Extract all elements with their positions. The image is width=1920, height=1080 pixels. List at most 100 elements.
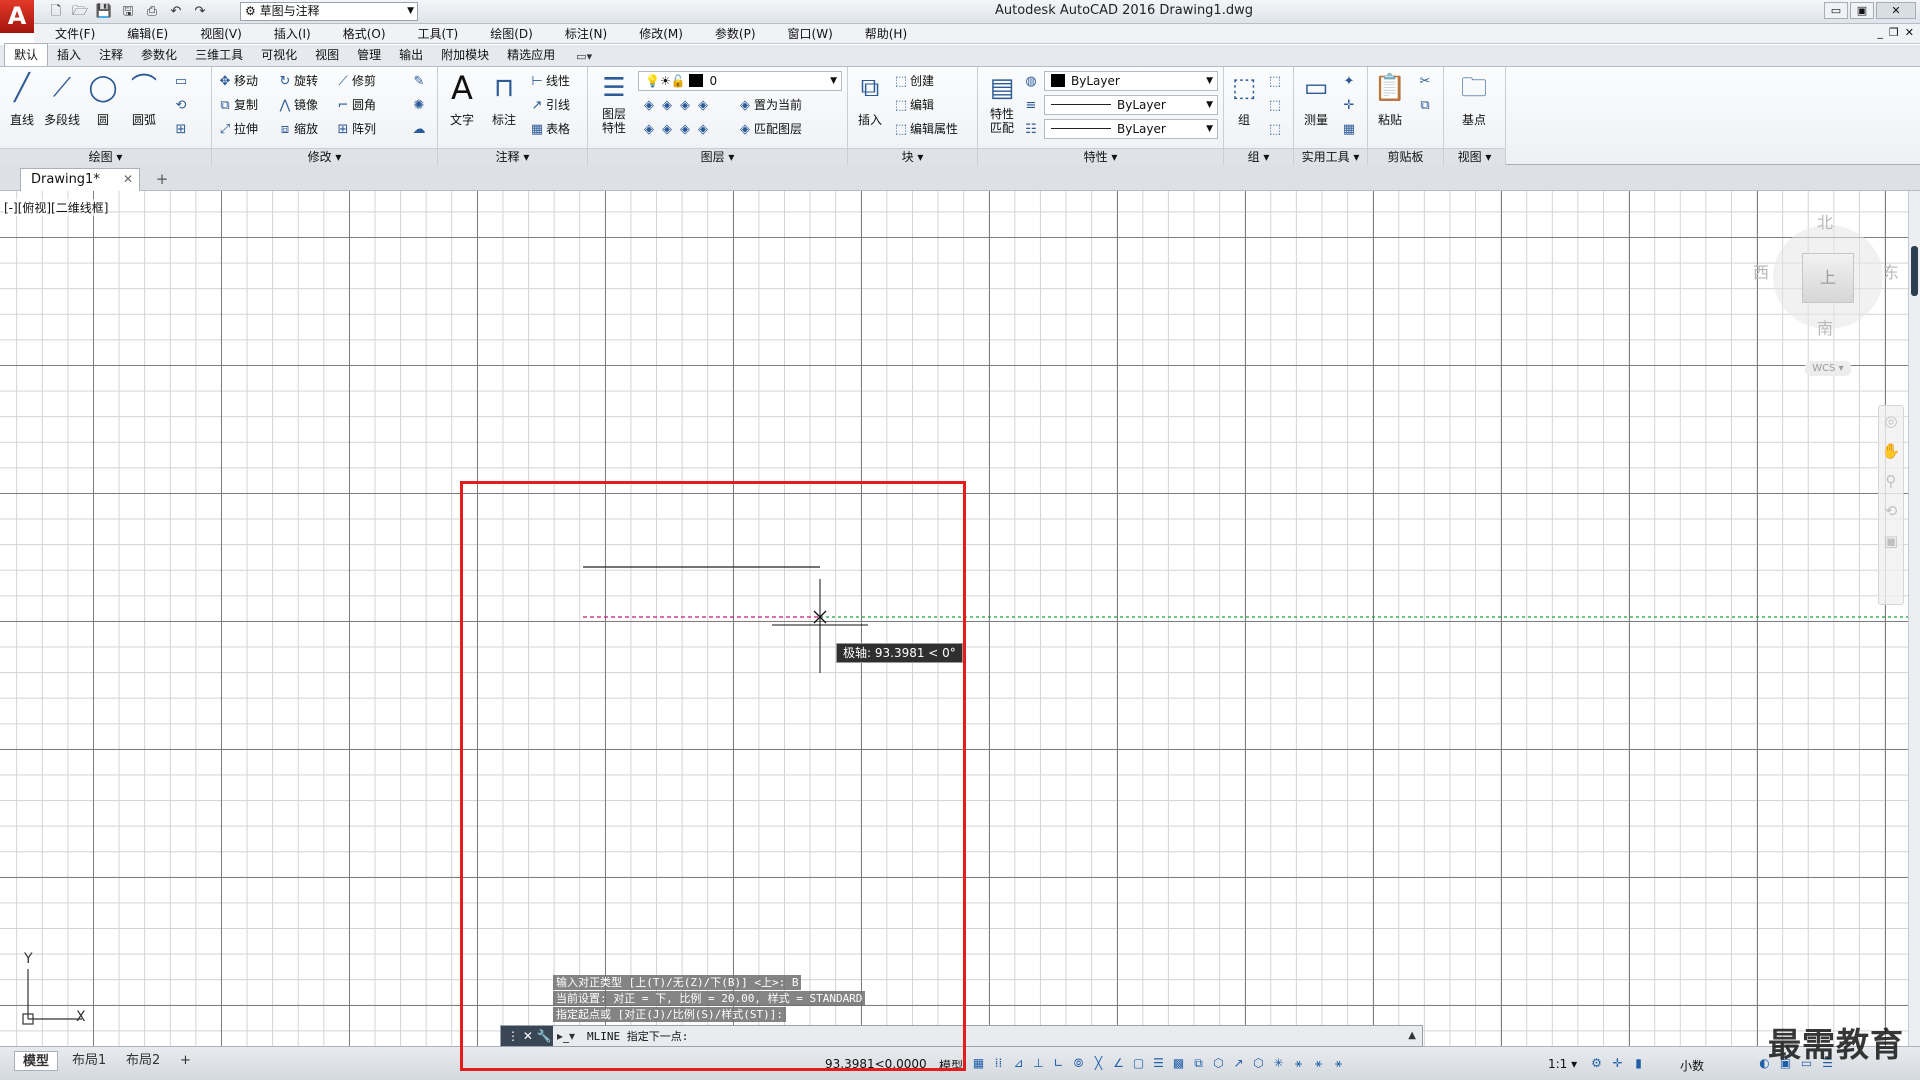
copy-clip-icon[interactable]: ⧉ (1416, 95, 1434, 115)
block-panel-title[interactable]: 块 ▾ (848, 148, 977, 165)
dynamic-ucs-icon[interactable]: ↗ (1230, 1053, 1247, 1073)
tab-visualize[interactable]: 可视化 (252, 44, 306, 66)
object-snap-icon[interactable]: ▢ (1130, 1053, 1147, 1073)
add-layout-button[interactable]: + (172, 1051, 199, 1071)
doc-minimize-icon[interactable]: _ (1877, 26, 1883, 39)
object-snap-tracking-icon[interactable]: ∠ (1110, 1053, 1127, 1073)
menu-format[interactable]: 格式(O) (322, 25, 397, 42)
utilities-panel-title[interactable]: 实用工具 ▾ (1294, 148, 1367, 165)
id-point-icon[interactable]: ✛ (1340, 95, 1358, 115)
menu-file[interactable]: 文件(F) (34, 25, 106, 42)
snap-icon[interactable]: ⁞⁞ (990, 1053, 1007, 1073)
ungroup-icon[interactable]: ⬚ (1266, 71, 1284, 91)
rectangle-button[interactable]: ▭ (172, 71, 190, 91)
color-dropdown[interactable]: ByLayer ▼ (1044, 71, 1218, 91)
lineweight-toggle-icon[interactable]: ☰ (1150, 1053, 1167, 1073)
compass-east[interactable]: 东 (1883, 259, 1899, 283)
edit-attributes-button[interactable]: ⬚ 编辑属性 (892, 119, 958, 139)
polar-icon[interactable]: ⦾ (1070, 1053, 1087, 1073)
undo-icon[interactable]: ↶ (166, 3, 186, 21)
lineweight-icon[interactable]: ☷ (1022, 119, 1040, 139)
print-icon[interactable]: ⎙ (142, 3, 162, 21)
match-layer-button[interactable]: ◈ 匹配图层 (736, 119, 802, 139)
workspace-dropdown[interactable]: ⚙ 草图与注释 ▼ (240, 2, 418, 21)
compass-west[interactable]: 西 (1753, 259, 1769, 283)
annotation-scale-icon[interactable]: ⚹ (1330, 1053, 1347, 1073)
menu-tools[interactable]: 工具(T) (397, 25, 470, 42)
circle-button[interactable]: ◯ 圆 (83, 71, 123, 128)
paste-button[interactable]: 📋 粘贴 (1370, 71, 1410, 128)
copy-button[interactable]: ⧉ 复制 (216, 95, 258, 115)
doc-restore-icon[interactable]: ❐ (1889, 26, 1899, 39)
mirror-button[interactable]: ⋀ 镜像 (276, 95, 318, 115)
fillet-button[interactable]: ⌐ 圆角 (334, 95, 376, 115)
layer-tools-row-2[interactable]: ◈ ◈ ◈ ◈ (640, 119, 712, 139)
grid-icon[interactable]: ▦ (970, 1053, 987, 1073)
save-icon[interactable]: 💾 (94, 3, 114, 21)
scrollbar-thumb[interactable] (1911, 246, 1918, 296)
maximize-button[interactable]: ▣ (1850, 2, 1874, 19)
groups-panel-title[interactable]: 组 ▾ (1224, 148, 1293, 165)
erase-button[interactable]: ✎ (410, 71, 428, 91)
units-dropdown[interactable]: 小数 (1680, 1057, 1704, 1074)
command-prompt-icon[interactable]: ▸_▾ (557, 1026, 575, 1046)
steering-wheel-icon[interactable]: ◎ (1879, 406, 1903, 436)
group-button[interactable]: ⬚ 组 (1226, 71, 1262, 128)
ribbon-minimize-button[interactable]: ▭▾ (564, 48, 601, 66)
ortho-icon[interactable]: ∟ (1050, 1053, 1067, 1073)
annotation-visibility-icon[interactable]: ⚹ (1290, 1053, 1307, 1073)
tab-addins[interactable]: 附加模块 (432, 44, 498, 66)
tab-view[interactable]: 视图 (306, 44, 348, 66)
dimension-button[interactable]: ⊓ 标注 (484, 71, 524, 128)
create-block-button[interactable]: ⬚ 创建 (892, 71, 934, 91)
menu-parametric[interactable]: 参数(P) (694, 25, 767, 42)
layer-tools-row-1[interactable]: ◈ ◈ ◈ ◈ (640, 95, 712, 115)
cut-icon[interactable]: ✂ (1416, 71, 1434, 91)
menu-help[interactable]: 帮助(H) (844, 25, 918, 42)
selection-filter-icon[interactable]: ⬡ (1250, 1053, 1267, 1073)
infer-icon[interactable]: ⊿ (1010, 1053, 1027, 1073)
command-history-toggle[interactable]: ▲ (1408, 1026, 1416, 1046)
measure-button[interactable]: ▭ 测量 (1296, 71, 1336, 128)
hatch-button[interactable]: ⟲ (172, 95, 190, 115)
table-button[interactable]: ▦ 表格 (528, 119, 570, 139)
wcs-menu[interactable]: WCS ▾ (1805, 361, 1851, 376)
menu-dimension[interactable]: 标注(N) (544, 25, 618, 42)
array-button[interactable]: ⊞ 阵列 (334, 119, 376, 139)
file-tab-drawing1[interactable]: Drawing1* ✕ (20, 168, 140, 191)
minimize-button[interactable]: ▭ (1824, 2, 1848, 19)
base-view-button[interactable]: 🗀 基点 (1454, 71, 1494, 128)
isodraft-icon[interactable]: ╳ (1090, 1053, 1107, 1073)
close-icon[interactable]: ✕ (123, 169, 133, 190)
tab-model[interactable]: 模型 (14, 1051, 59, 1071)
annotation-panel-title[interactable]: 注释 ▾ (438, 148, 587, 165)
drawing-canvas[interactable]: [-][俯视][二维线框] 极轴: 93.3981 < 0° 上 北 南 东 西… (0, 191, 1908, 1046)
rotate-button[interactable]: ↻ 旋转 (276, 71, 318, 91)
move-button[interactable]: ✥ 移动 (216, 71, 258, 91)
transparency-icon[interactable]: ▩ (1170, 1053, 1187, 1073)
calculator-icon[interactable]: ▦ (1340, 119, 1358, 139)
line-button[interactable]: ╱ 直线 (2, 71, 42, 128)
tab-layout1[interactable]: 布局1 (64, 1051, 114, 1071)
vertical-scrollbar[interactable] (1908, 191, 1920, 1046)
properties-panel-title[interactable]: 特性 ▾ (978, 148, 1223, 165)
compass-north[interactable]: 北 (1817, 209, 1833, 233)
viewcube[interactable]: 上 北 南 东 西 WCS ▾ (1753, 209, 1905, 376)
new-tab-button[interactable]: + (150, 171, 174, 189)
color-wheel-icon[interactable]: ◍ (1022, 71, 1040, 91)
tab-featured-apps[interactable]: 精选应用 (498, 44, 564, 66)
tab-parametric[interactable]: 参数化 (132, 44, 186, 66)
linetype-dropdown[interactable]: ByLayer ▼ (1044, 95, 1218, 115)
trim-button[interactable]: ⟋ 修剪 (334, 71, 376, 91)
linear-dim-button[interactable]: ⊢ 线性 (528, 71, 570, 91)
orbit-icon[interactable]: ⟲ (1879, 496, 1903, 526)
lineweight-dropdown[interactable]: ByLayer ▼ (1044, 119, 1218, 139)
tab-manage[interactable]: 管理 (348, 44, 390, 66)
menu-window[interactable]: 窗口(W) (767, 25, 844, 42)
tab-default[interactable]: 默认 (4, 43, 49, 66)
tab-insert[interactable]: 插入 (48, 44, 90, 66)
linetype-icon[interactable]: ≡ (1022, 95, 1040, 115)
quick-select-icon[interactable]: ✦ (1340, 71, 1358, 91)
compass-south[interactable]: 南 (1817, 315, 1833, 339)
command-input[interactable] (587, 1027, 1367, 1045)
